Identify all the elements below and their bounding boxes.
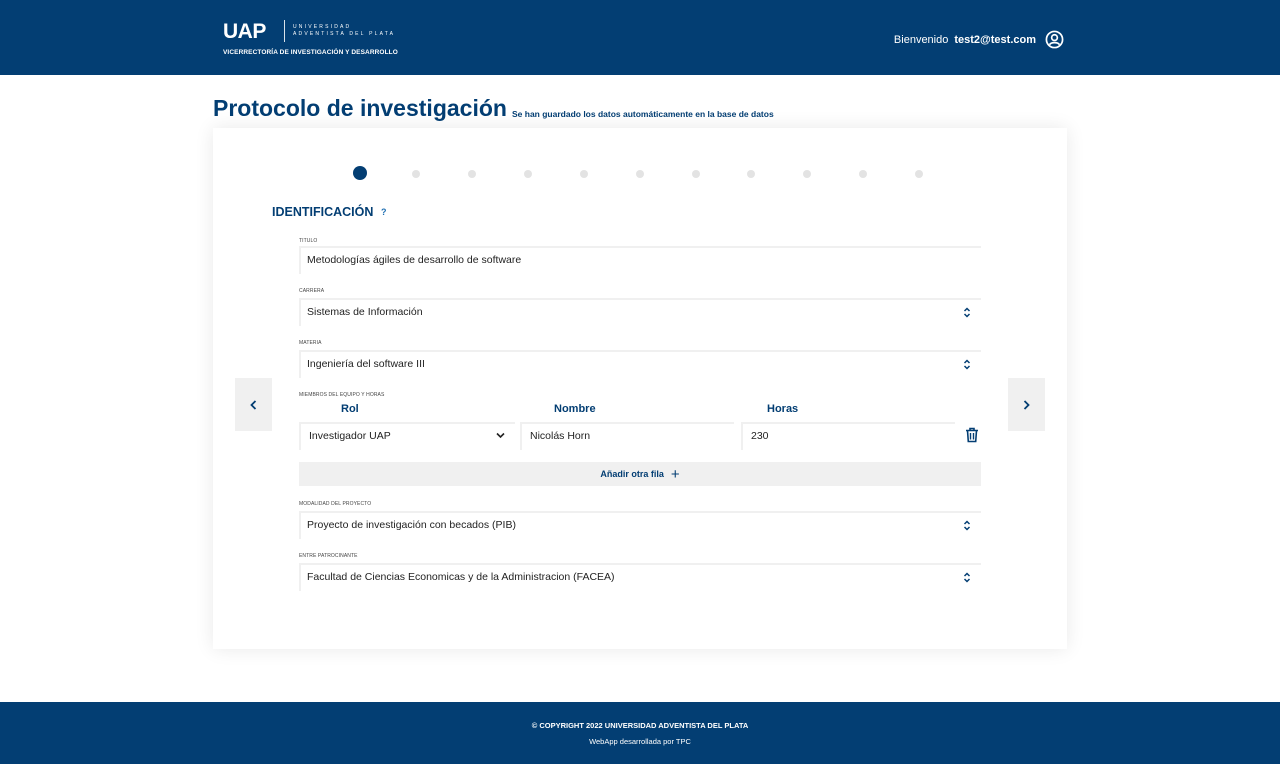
col-header-nombre: Nombre — [554, 403, 596, 415]
rol-value: Investigador UAP — [309, 430, 391, 442]
step-dot-4[interactable] — [524, 170, 532, 178]
step-dot-11[interactable] — [915, 170, 923, 178]
titulo-value: Metodologías ágiles de desarrollo de sof… — [307, 254, 522, 266]
chevron-down-icon — [496, 432, 505, 439]
step-dot-3[interactable] — [468, 170, 476, 178]
rol-select[interactable]: Investigador UAP — [299, 422, 515, 450]
logo-university-name: UNIVERSIDAD ADVENTISTA DEL PLATA — [293, 24, 395, 38]
updown-chevron-icon — [963, 359, 971, 370]
horas-input[interactable]: 230 — [741, 422, 955, 450]
user-email: test2@test.com — [954, 33, 1036, 46]
user-welcome: Bienvenido test2@test.com — [894, 30, 1064, 49]
ente-value: Facultad de Ciencias Economicas y de la … — [307, 571, 615, 583]
materia-label: MATERIA — [299, 340, 322, 346]
modalidad-select[interactable]: Proyecto de investigación con becados (P… — [299, 511, 981, 539]
titulo-input[interactable]: Metodologías ágiles de desarrollo de sof… — [299, 246, 981, 274]
user-circle-icon[interactable] — [1045, 30, 1064, 49]
help-icon[interactable]: ? — [381, 207, 387, 217]
materia-value: Ingeniería del software III — [307, 358, 425, 370]
modalidad-value: Proyecto de investigación con becados (P… — [307, 519, 516, 531]
footer: © COPYRIGHT 2022 UNIVERSIDAD ADVENTISTA … — [0, 702, 1280, 764]
col-header-horas: Horas — [767, 403, 799, 415]
top-header: UAP UNIVERSIDAD ADVENTISTA DEL PLATA VIC… — [0, 0, 1280, 75]
updown-chevron-icon — [963, 572, 971, 583]
welcome-label: Bienvenido — [893, 33, 949, 46]
titulo-label: TITULO — [299, 238, 318, 244]
step-dot-6[interactable] — [636, 170, 644, 178]
modalidad-label: MODALIDAD DEL PROYECTO — [299, 501, 372, 507]
ente-select[interactable]: Facultad de Ciencias Economicas y de la … — [299, 563, 981, 591]
footer-developed-by: WebApp desarrollada por TPC — [589, 737, 691, 746]
carrera-label: CARRERA — [299, 288, 325, 294]
next-step-button[interactable] — [1008, 378, 1045, 431]
logo-divider — [284, 20, 285, 42]
step-dot-1[interactable] — [353, 166, 367, 180]
logo-univ-line1: UNIVERSIDAD — [293, 24, 352, 30]
footer-copyright: © COPYRIGHT 2022 UNIVERSIDAD ADVENTISTA … — [531, 721, 749, 730]
updown-chevron-icon — [963, 307, 971, 318]
ente-label: ENTRE PATROCINANTE — [299, 553, 358, 559]
carrera-value: Sistemas de Información — [307, 306, 423, 318]
chevron-right-icon — [1023, 399, 1030, 410]
logo-univ-line2: ADVENTISTA DEL PLATA — [293, 31, 396, 37]
section-title: IDENTIFICACIÓN — [272, 205, 374, 219]
add-row-button[interactable]: Añadir otra fila + — [299, 462, 981, 486]
step-dot-2[interactable] — [412, 170, 420, 178]
horas-value: 230 — [751, 430, 769, 442]
logo-mark: UAP — [223, 20, 266, 43]
trash-icon[interactable] — [965, 427, 979, 443]
step-dot-7[interactable] — [692, 170, 700, 178]
add-row-label: Añadir otra fila — [600, 469, 664, 479]
step-dot-8[interactable] — [747, 170, 755, 178]
miembros-label: MIEMBROS DEL EQUIPO Y HORAS — [299, 392, 385, 398]
step-dot-10[interactable] — [859, 170, 867, 178]
chevron-left-icon — [250, 399, 257, 410]
autosave-message: Se han guardado los datos automáticament… — [512, 109, 774, 119]
step-dot-5[interactable] — [580, 170, 588, 178]
nombre-input[interactable]: Nicolás Horn — [520, 422, 734, 450]
prev-step-button[interactable] — [235, 378, 272, 431]
nombre-value: Nicolás Horn — [530, 430, 591, 442]
step-dot-9[interactable] — [803, 170, 811, 178]
plus-icon: + — [670, 465, 680, 483]
logo-subtitle: VICERRECTORÍA DE INVESTIGACIÓN Y DESARRO… — [223, 49, 398, 56]
page-title: Protocolo de investigación — [213, 95, 507, 121]
materia-select[interactable]: Ingeniería del software III — [299, 350, 981, 378]
col-header-rol: Rol — [341, 403, 359, 415]
carrera-select[interactable]: Sistemas de Información — [299, 298, 981, 326]
updown-chevron-icon — [963, 520, 971, 531]
